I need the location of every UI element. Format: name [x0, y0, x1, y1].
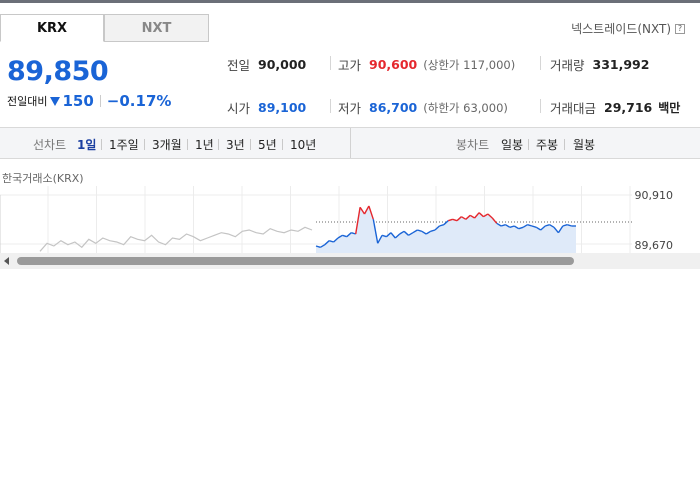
divider: [564, 139, 565, 150]
candle-monthly[interactable]: 월봉: [573, 136, 595, 153]
tab-krx[interactable]: KRX: [0, 14, 104, 42]
y-tick-label: 90,910: [634, 189, 674, 202]
series-today-area: [316, 206, 576, 254]
stat-label: 거래량: [550, 58, 585, 73]
stat-value: 89,100: [258, 100, 307, 115]
nxt-info-link[interactable]: 넥스트레이드(NXT) ?: [571, 20, 685, 37]
period-1w[interactable]: 1주일: [109, 136, 139, 153]
nxt-link-label: 넥스트레이드(NXT): [571, 22, 671, 36]
down-triangle-icon: [50, 96, 61, 106]
period-1d[interactable]: 1일: [77, 136, 96, 153]
divider: [187, 139, 188, 150]
change-value: 150: [62, 92, 94, 110]
change-label: 전일대비: [7, 95, 48, 108]
period-5y[interactable]: 5년: [258, 136, 277, 153]
stat-low: 저가 86,700 (하한가 63,000): [338, 98, 508, 117]
stat-prev-close: 전일 90,000: [227, 55, 306, 74]
period-3m[interactable]: 3개월: [152, 136, 182, 153]
chart-marks: [39, 205, 632, 254]
divider: [540, 56, 541, 70]
price-chart: [0, 186, 632, 254]
divider: [528, 139, 529, 150]
series-prev-day-line: [39, 226, 313, 252]
chart-source: 한국거래소(KRX): [2, 172, 84, 185]
price-change-row: 전일대비 150 −0.17%: [7, 92, 171, 110]
chart-scrollbar[interactable]: [0, 253, 700, 269]
lower-limit: (하한가 63,000): [423, 100, 508, 115]
help-icon[interactable]: ?: [675, 23, 685, 34]
period-1y[interactable]: 1년: [195, 136, 214, 153]
stat-value: 331,992: [592, 57, 650, 72]
stat-open: 시가 89,100: [227, 98, 306, 117]
divider: [330, 99, 331, 113]
divider: [250, 139, 251, 150]
tab-nxt[interactable]: NXT: [104, 14, 209, 42]
bar-divider: [350, 128, 351, 158]
stat-unit: 백만: [658, 101, 681, 115]
stat-label: 고가: [338, 58, 362, 73]
period-3y[interactable]: 3년: [226, 136, 245, 153]
top-border: [0, 0, 700, 3]
scroll-left-icon[interactable]: [4, 257, 9, 265]
stat-value: 86,700: [369, 100, 418, 115]
divider: [540, 99, 541, 113]
stat-trade-value: 거래대금 29,716 백만: [550, 98, 680, 117]
divider: [282, 139, 283, 150]
candle-weekly[interactable]: 주봉: [536, 136, 558, 153]
stat-label: 거래대금: [550, 101, 597, 116]
stat-volume: 거래량 331,992: [550, 55, 649, 74]
current-price: 89,850: [7, 56, 109, 87]
y-tick-label: 89,670: [634, 239, 674, 252]
divider: [144, 139, 145, 150]
change-percent: −0.17%: [106, 92, 172, 110]
period-10y[interactable]: 10년: [290, 136, 316, 153]
divider: [330, 56, 331, 70]
stat-label: 저가: [338, 101, 362, 116]
stat-high: 고가 90,600 (상한가 117,000): [338, 55, 515, 74]
scroll-thumb[interactable]: [17, 257, 574, 265]
divider: [218, 139, 219, 150]
change-divider: [99, 95, 101, 107]
candle-daily[interactable]: 일봉: [501, 136, 523, 153]
stat-label: 시가: [227, 101, 251, 116]
period-bar: 선차트 1일 1주일 3개월 1년 3년 5년 10년 봉차트 일봉 주봉 월봉: [0, 127, 700, 159]
upper-limit: (상한가 117,000): [423, 57, 516, 72]
stat-value: 29,716: [604, 100, 653, 115]
divider: [101, 139, 102, 150]
stat-value: 90,000: [258, 57, 307, 72]
stat-label: 전일: [227, 58, 251, 73]
candle-chart-label: 봉차트: [456, 138, 490, 152]
stat-value: 90,600: [369, 57, 418, 72]
line-chart-label: 선차트: [33, 138, 67, 152]
